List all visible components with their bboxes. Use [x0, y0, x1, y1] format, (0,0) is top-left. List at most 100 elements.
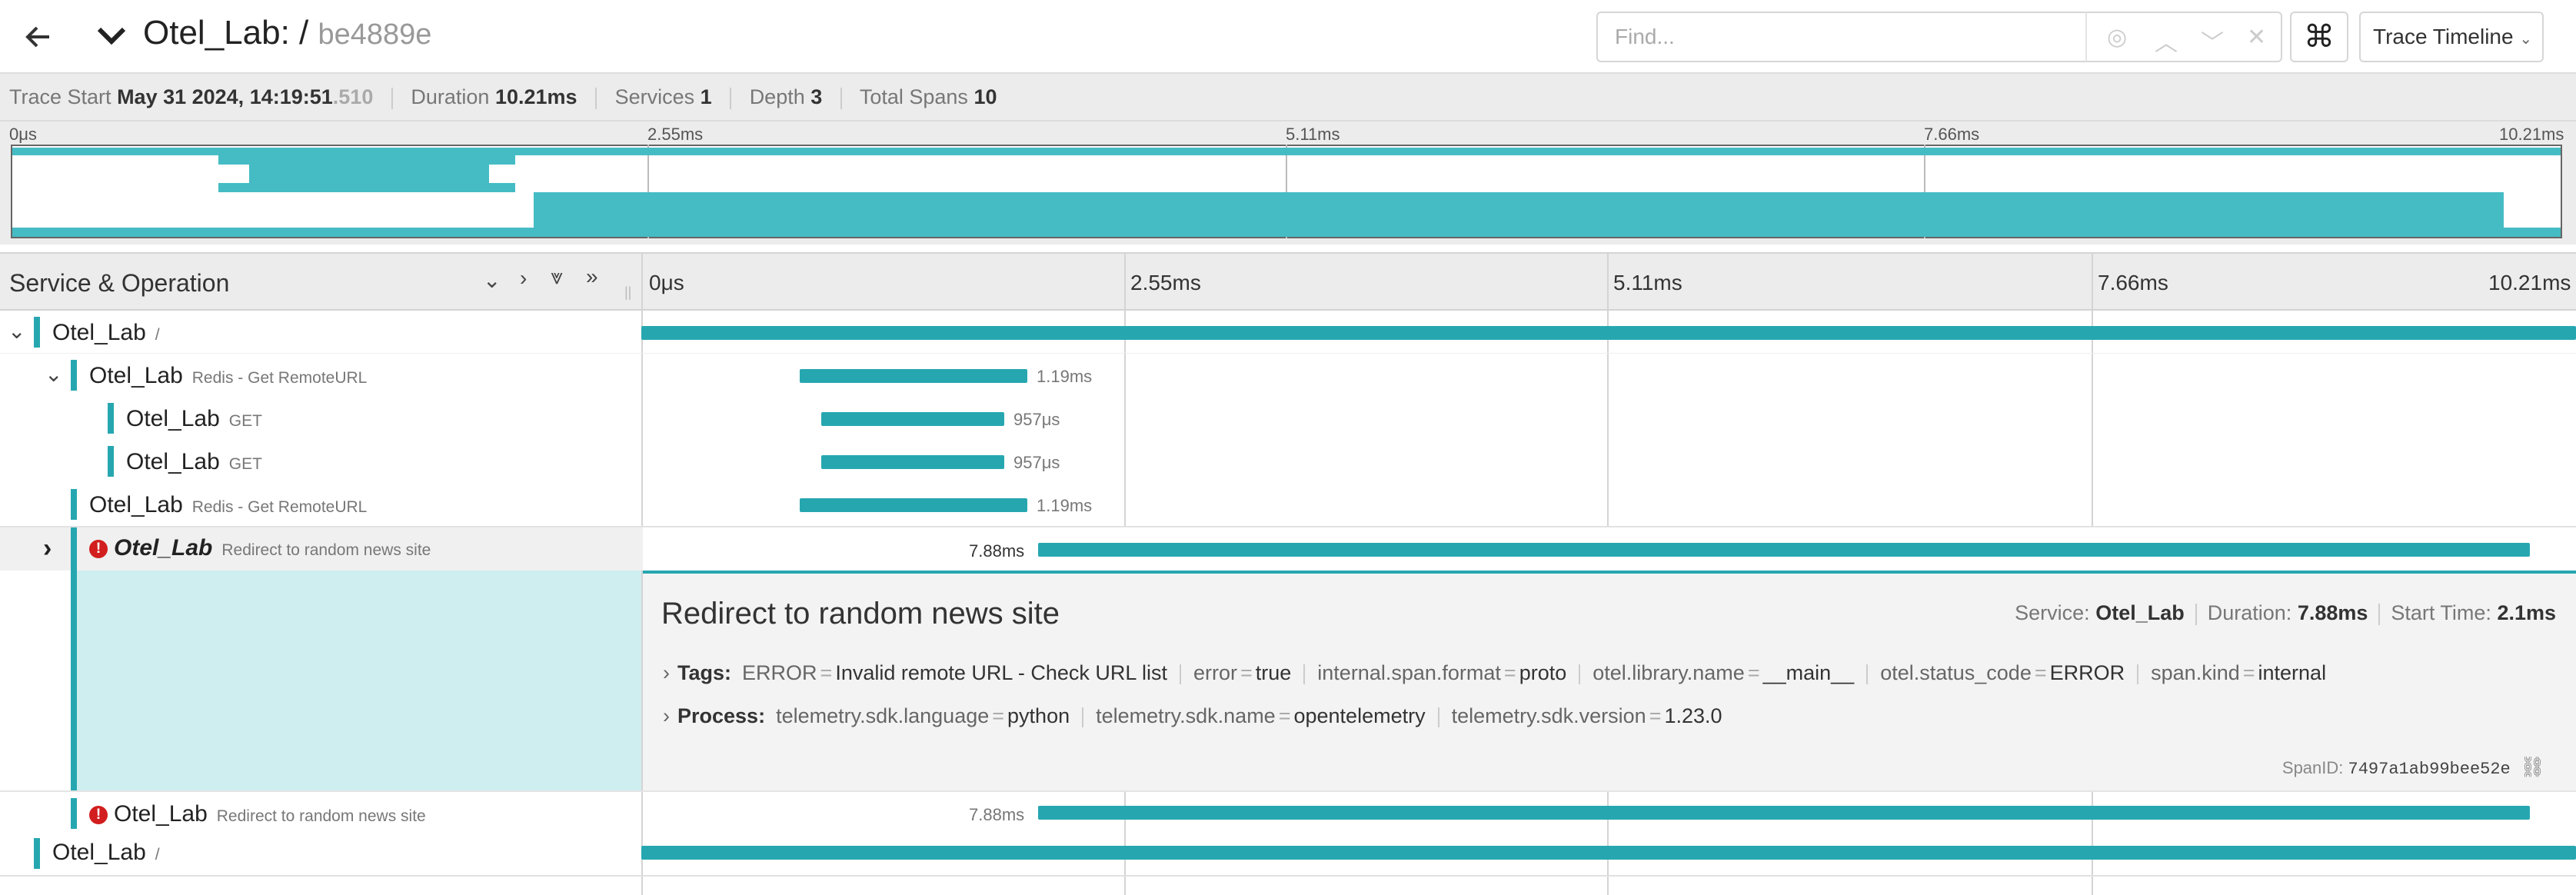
timeline-tick: 7.66ms [2098, 271, 2168, 294]
expand-one-icon[interactable]: › [520, 266, 527, 291]
span-row[interactable]: ! Otel_Lab Redirect to random news site 7.… [0, 790, 2576, 833]
trace-id: be4889e [318, 18, 432, 51]
span-id: SpanID: 7497a1ab99bee52e ⛓ [2281, 755, 2545, 779]
service-color-bar [71, 360, 77, 391]
expand-all-icon[interactable]: » [586, 265, 598, 289]
error-icon: ! [89, 540, 108, 558]
chevron-down-icon[interactable]: ⌄ [8, 318, 25, 344]
service-operation-title: Service & Operation [9, 269, 230, 297]
minimap-span [2471, 201, 2504, 220]
minimap-span [218, 183, 515, 192]
timeline-tick: 10.21ms [2488, 271, 2571, 294]
span-duration: 957μs [1013, 410, 1060, 429]
minimap-span [749, 201, 2471, 220]
services-value: 1 [700, 85, 712, 108]
span-detail-indent [72, 571, 641, 790]
span-name: Otel_Lab Redis - Get RemoteURL [89, 492, 368, 517]
span-duration: 957μs [1013, 453, 1060, 472]
span-row[interactable]: Otel_Lab / [0, 833, 2576, 877]
span-bar[interactable] [821, 455, 1004, 469]
chevron-down-icon[interactable]: ⌄ [45, 361, 62, 387]
trace-start-value: May 31 2024, 14:19:51 [117, 85, 333, 108]
total-spans-value: 10 [973, 85, 997, 108]
span-bar[interactable] [641, 326, 2576, 340]
trace-summary: Trace Start May 31 2024, 14:19:51.510 Du… [0, 74, 2576, 121]
span-name: ! Otel_Lab Redirect to random news site [89, 535, 431, 561]
minimap-tick: 0μs [9, 125, 37, 144]
link-icon[interactable]: ⛓ [2520, 755, 2545, 778]
span-name: Otel_Lab / [52, 840, 160, 865]
trace-header: Otel_Lab: / be4889e Find... ◎ ︿ ﹀ ✕ ⌘ Tr… [0, 0, 2576, 74]
service-color-bar [71, 489, 77, 520]
chevron-down-icon: ⌄ [2519, 31, 2533, 48]
span-bar[interactable] [1038, 806, 2530, 820]
span-detail-panel: Redirect to random news site Service: Ot… [643, 571, 2576, 790]
span-name: Otel_Lab / [52, 320, 160, 345]
find-input[interactable]: Find... [1596, 12, 2088, 62]
collapse-one-icon[interactable]: ⌄ [483, 268, 501, 293]
span-name: Otel_Lab GET [126, 449, 262, 474]
chevron-right-icon[interactable]: › [43, 534, 52, 564]
row-divider [0, 875, 2576, 877]
service-color-bar [34, 838, 40, 869]
span-row[interactable]: ⌄ Otel_Lab / [0, 311, 2576, 354]
process-row[interactable]: › Process: telemetry.sdk.language = python te… [663, 704, 1722, 728]
minimap-span [534, 220, 2504, 228]
command-icon: ⌘ [2304, 20, 2335, 54]
span-duration: 1.19ms [1037, 367, 1093, 386]
span-bar[interactable] [821, 412, 1004, 426]
depth-label: Depth [749, 85, 805, 108]
service-color-bar [71, 798, 77, 829]
span-bar[interactable] [800, 369, 1027, 383]
span-row[interactable]: Otel_Lab GET 957μs [0, 440, 2576, 483]
span-detail-meta: Service: Otel_Lab Duration: 7.88ms Start T… [2015, 601, 2556, 625]
service-color-bar [71, 571, 77, 790]
span-detail-title: Redirect to random news site [661, 597, 1060, 630]
service-color-bar [108, 446, 114, 477]
view-selector-label: Trace Timeline [2373, 25, 2514, 48]
prev-match-icon[interactable]: ︿ [2155, 24, 2178, 58]
span-name: ! Otel_Lab Redirect to random news site [89, 801, 426, 827]
services-label: Services [614, 85, 695, 108]
column-resizer[interactable]: || [624, 284, 631, 301]
find-controls: ◎ ︿ ﹀ ✕ [2085, 12, 2282, 62]
page-title: Otel_Lab: / be4889e [143, 14, 431, 52]
span-row[interactable]: Otel_Lab Redis - Get RemoteURL 1.19ms [0, 483, 2576, 526]
span-bar[interactable] [641, 846, 2576, 860]
back-button[interactable] [11, 11, 66, 63]
span-name: Otel_Lab Redis - Get RemoteURL [89, 363, 368, 388]
duration-value: 10.21ms [494, 85, 577, 108]
chevron-right-icon[interactable]: › [663, 661, 670, 684]
span-name: Otel_Lab GET [126, 406, 262, 431]
minimap-span [534, 192, 2504, 201]
total-spans-label: Total Spans [859, 85, 968, 108]
locate-icon[interactable]: ◎ [2107, 24, 2127, 51]
keyboard-shortcuts-button[interactable]: ⌘ [2290, 12, 2348, 62]
collapse-trace-button[interactable] [91, 17, 132, 55]
span-row-selected[interactable]: › ! Otel_Lab Redirect to random news site … [0, 526, 2576, 572]
minimap-span [218, 155, 515, 165]
tags-row[interactable]: › Tags: ERROR = Invalid remote URL - Check U… [663, 661, 2326, 685]
span-duration: 7.88ms [969, 805, 1025, 824]
chevron-right-icon[interactable]: › [663, 704, 670, 727]
duration-label: Duration [411, 85, 490, 108]
span-row[interactable]: Otel_Lab GET 957μs [0, 397, 2576, 440]
service-color-bar [34, 317, 40, 348]
span-bar[interactable] [1038, 543, 2530, 557]
minimap-tick: 10.21ms [2499, 125, 2564, 144]
trace-view: Otel_Lab: / be4889e Find... ◎ ︿ ﹀ ✕ ⌘ Tr… [0, 0, 2576, 895]
span-duration: 7.88ms [969, 541, 1025, 561]
next-match-icon[interactable]: ﹀ [2201, 24, 2224, 58]
service-color-bar [71, 527, 77, 572]
span-bar[interactable] [800, 498, 1027, 512]
trace-service-name: Otel_Lab: [143, 14, 290, 52]
minimap-tick: 2.55ms [647, 125, 704, 144]
view-selector[interactable]: Trace Timeline ⌄ [2359, 12, 2544, 62]
arrow-left-icon [25, 26, 49, 48]
span-row[interactable]: ⌄ Otel_Lab Redis - Get RemoteURL 1.19ms [0, 354, 2576, 397]
minimap-span [12, 148, 2561, 155]
collapse-all-icon[interactable]: ⩔ [551, 265, 563, 290]
timeline-tick: 2.55ms [1130, 271, 1201, 294]
timeline-tick: 0μs [649, 271, 684, 294]
clear-find-icon[interactable]: ✕ [2247, 24, 2266, 51]
